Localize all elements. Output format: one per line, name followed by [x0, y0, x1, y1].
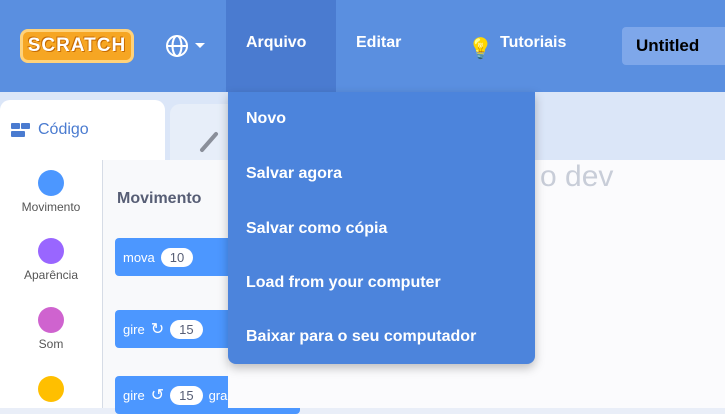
stage-ghost-text: o dev: [540, 160, 614, 193]
motion-category-icon: [38, 170, 64, 196]
tab-code[interactable]: Código: [0, 100, 165, 160]
block-input[interactable]: 10: [160, 247, 194, 267]
category-label: Movimento: [21, 200, 81, 214]
code-blocks-icon: [11, 123, 30, 137]
events-category-icon: [38, 376, 64, 402]
block-verb: mova: [123, 249, 155, 265]
language-menu[interactable]: [165, 33, 211, 59]
move-block[interactable]: mova 10: [115, 238, 245, 276]
menu-item-download[interactable]: Baixar para o seu computador: [246, 328, 476, 346]
globe-icon: [166, 35, 188, 57]
chevron-down-icon: [195, 43, 205, 48]
rotate-right-icon: ↻: [150, 321, 165, 338]
looks-category-icon: [38, 238, 64, 264]
block-input[interactable]: 15: [170, 319, 203, 339]
turn-right-block[interactable]: gire ↻ 15: [115, 310, 245, 348]
menu-item-load[interactable]: Load from your computer: [246, 274, 441, 292]
menu-item-save-copy[interactable]: Salvar como cópia: [246, 220, 387, 238]
palette-title: Movimento: [117, 190, 202, 207]
category-sound[interactable]: Som: [0, 307, 102, 351]
category-motion[interactable]: Movimento: [0, 170, 102, 214]
tab-code-label: Código: [38, 121, 89, 138]
menu-item-new[interactable]: Novo: [246, 110, 286, 128]
block-verb: gire: [123, 387, 145, 403]
lightbulb-icon: 💡: [468, 38, 493, 60]
category-label: Som: [38, 337, 64, 351]
scratch-logo[interactable]: SCRATCH: [20, 29, 134, 63]
block-verb: gire: [123, 321, 145, 337]
file-menu[interactable]: Arquivo: [246, 34, 306, 52]
project-title-field[interactable]: Untitled: [622, 27, 725, 65]
rotate-left-icon: ↺: [150, 387, 165, 404]
paintbrush-icon: [200, 132, 218, 152]
edit-menu[interactable]: Editar: [356, 34, 401, 52]
category-events[interactable]: [0, 376, 102, 406]
category-label: Aparência: [23, 268, 79, 282]
menu-item-save-now[interactable]: Salvar agora: [246, 165, 342, 183]
category-looks[interactable]: Aparência: [0, 238, 102, 282]
sound-category-icon: [38, 307, 64, 333]
tutorials-menu[interactable]: Tutoriais: [500, 34, 566, 52]
block-input[interactable]: 15: [170, 385, 203, 405]
